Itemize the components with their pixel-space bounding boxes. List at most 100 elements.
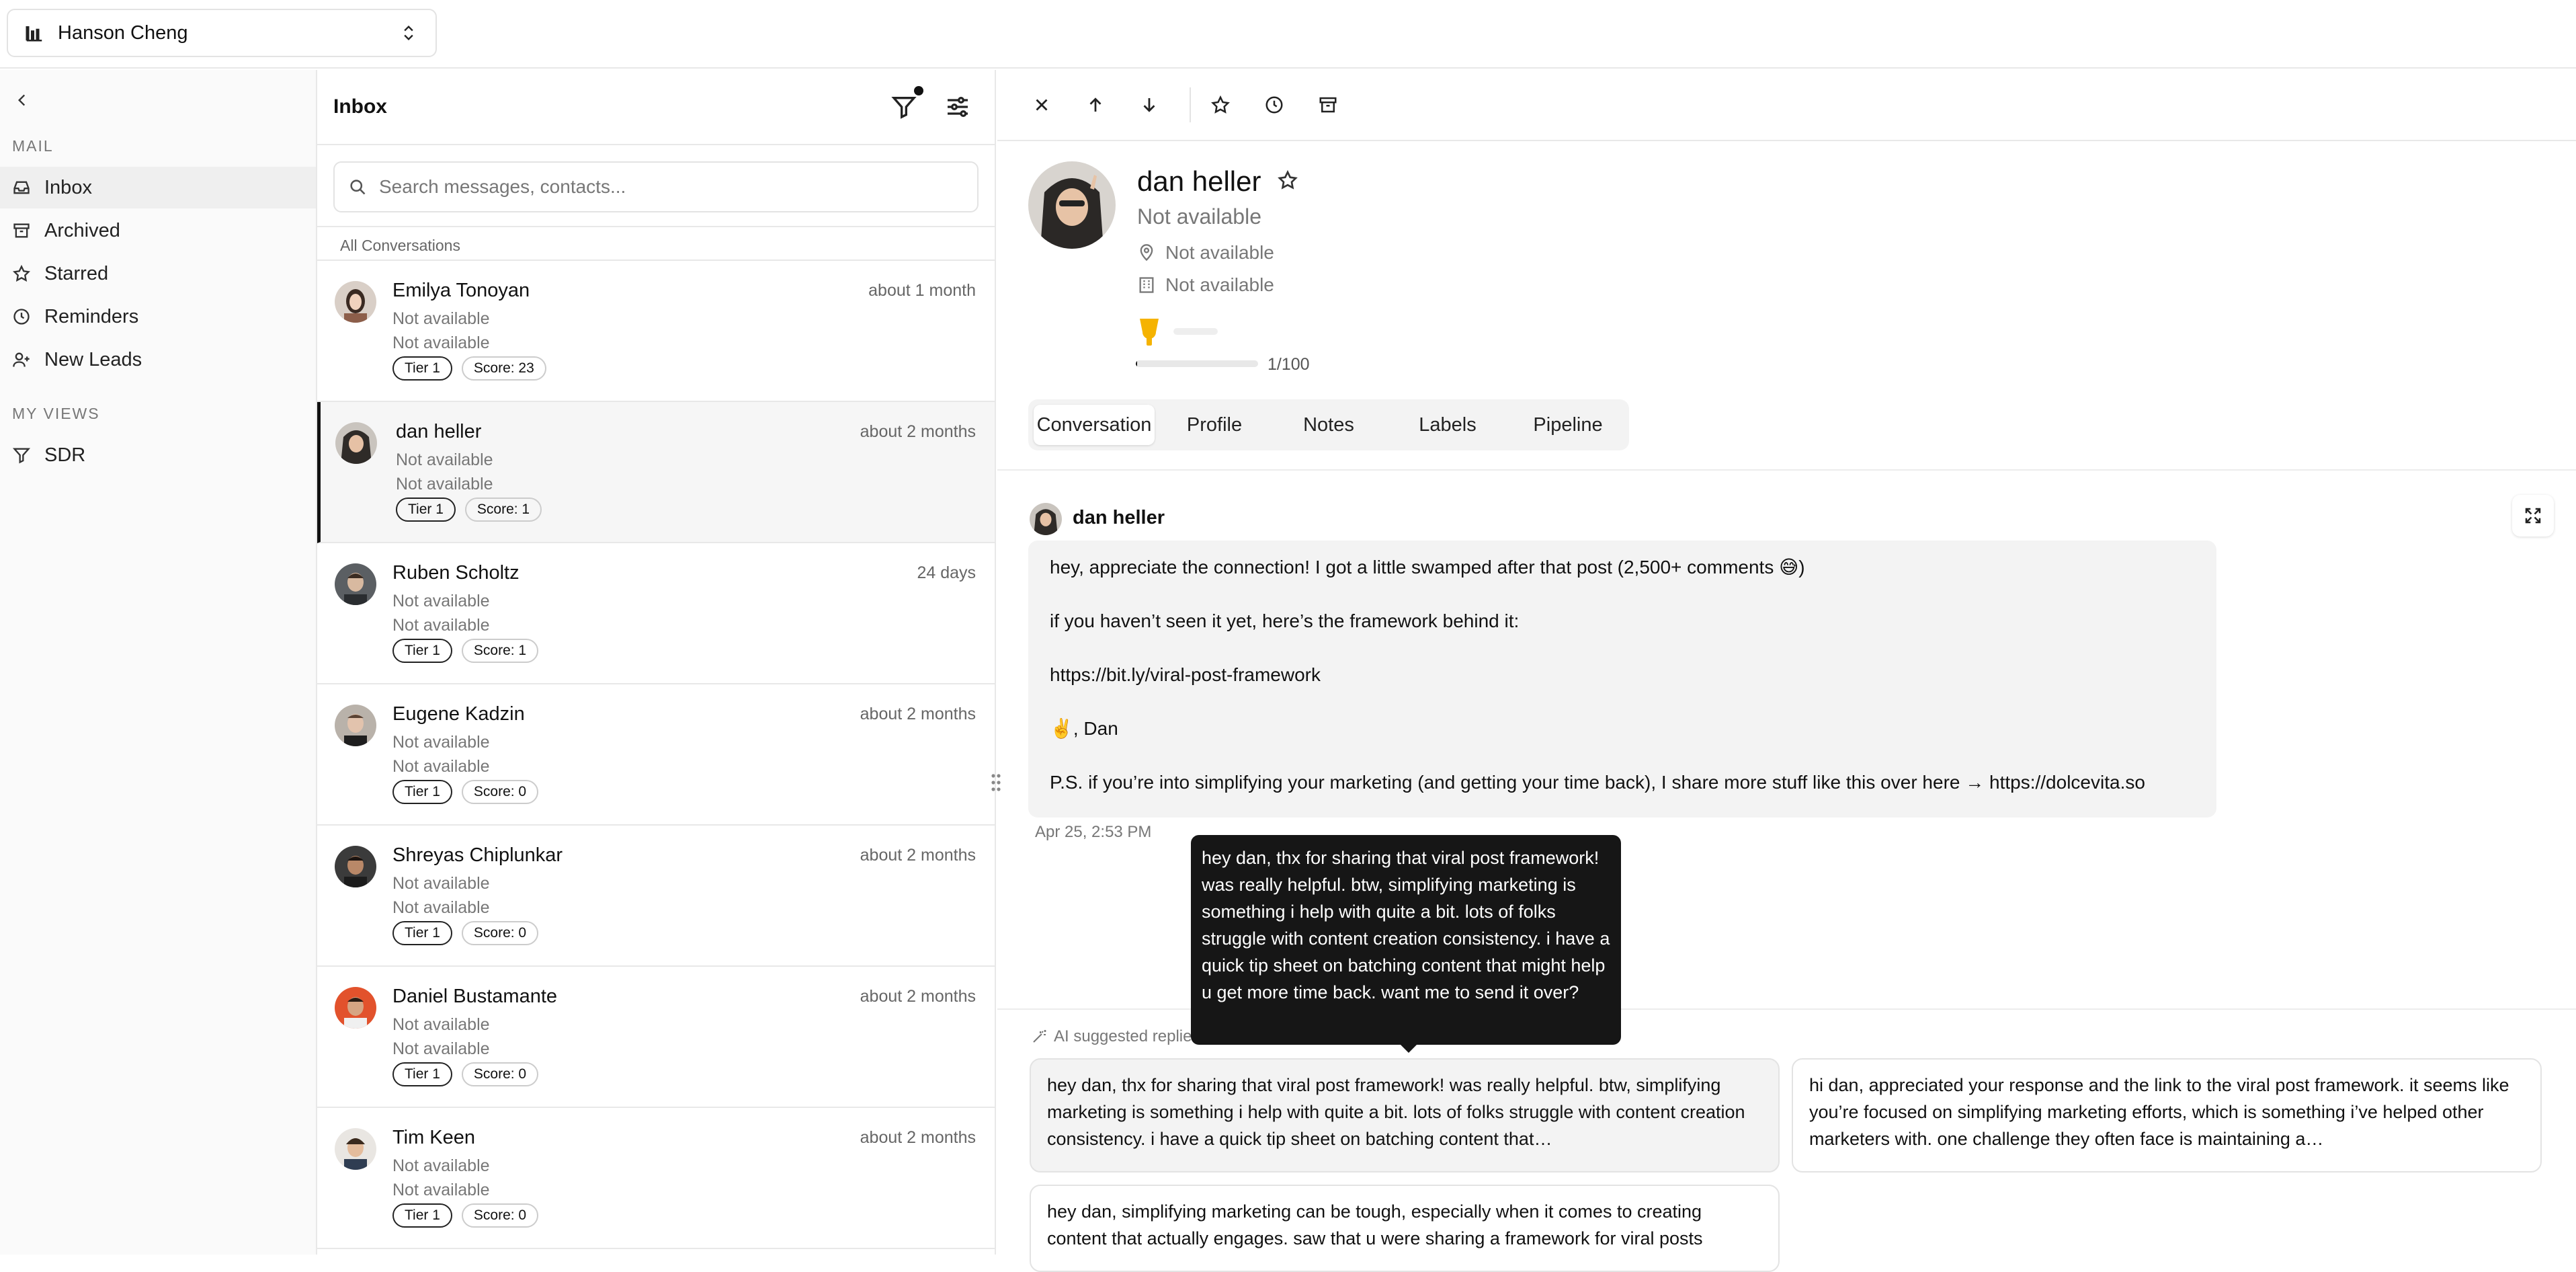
inbox-icon bbox=[12, 178, 31, 197]
message-link[interactable]: https://bit.ly/viral-post-framework bbox=[1050, 662, 2195, 688]
list-section-label: All Conversations bbox=[317, 226, 996, 261]
sidebar-item-reminders[interactable]: Reminders bbox=[0, 296, 316, 337]
location-row: Not available bbox=[1137, 242, 1274, 264]
tab-notes[interactable]: Notes bbox=[1274, 405, 1383, 445]
contact-title: Not available bbox=[392, 592, 490, 610]
contact-title: Not available bbox=[392, 1156, 490, 1175]
arrow-down-icon[interactable] bbox=[1134, 90, 1164, 120]
contact-name: Ruben Scholtz bbox=[392, 562, 520, 584]
ai-suggestion-card[interactable]: hi dan, appreciated your response and th… bbox=[1792, 1058, 2542, 1172]
user-plus-icon bbox=[12, 350, 31, 369]
conversation-row[interactable]: Eugene Kadzin about 2 months Not availab… bbox=[317, 684, 995, 826]
message-line: ✌️, Dan bbox=[1050, 718, 1118, 739]
clock-icon[interactable] bbox=[1259, 90, 1289, 120]
contact-name: Daniel Bustamante bbox=[392, 986, 558, 1007]
tier-progress bbox=[1173, 328, 1218, 335]
contact-name: Eugene Kadzin bbox=[392, 703, 525, 725]
avatar bbox=[335, 1128, 376, 1170]
close-icon[interactable] bbox=[1027, 90, 1056, 120]
contact-company: Not available bbox=[392, 333, 490, 352]
contact-tabs: Conversation Profile Notes Labels Pipeli… bbox=[1028, 399, 1629, 450]
tab-profile[interactable]: Profile bbox=[1160, 405, 1269, 445]
sidebar-item-archived[interactable]: Archived bbox=[0, 210, 316, 251]
avatar bbox=[335, 705, 376, 746]
sidebar-item-starred[interactable]: Starred bbox=[0, 253, 316, 294]
ai-label-text: AI suggested replies bbox=[1054, 1027, 1200, 1045]
collapse-sidebar-button[interactable] bbox=[13, 91, 31, 109]
filter-icon bbox=[12, 446, 31, 465]
tab-conversation[interactable]: Conversation bbox=[1034, 405, 1155, 445]
tier-badge: Tier 1 bbox=[392, 356, 452, 381]
contact-company: Not available bbox=[1165, 274, 1274, 295]
suggestion-text: hey dan, thx for sharing that viral post… bbox=[1047, 1075, 1745, 1149]
score-progress-fill bbox=[1136, 360, 1137, 367]
suggestion-text: hey dan, simplifying marketing can be to… bbox=[1047, 1201, 1703, 1248]
contact-title: Not available bbox=[392, 874, 490, 893]
tab-labels[interactable]: Labels bbox=[1388, 405, 1507, 445]
avatar bbox=[335, 422, 377, 464]
archive-icon[interactable] bbox=[1313, 90, 1343, 120]
account-switcher[interactable]: Hanson Cheng bbox=[7, 9, 437, 57]
sidebar-item-new-leads[interactable]: New Leads bbox=[0, 339, 316, 381]
score-badge: Score: 0 bbox=[461, 1062, 539, 1086]
search-input[interactable] bbox=[379, 176, 957, 198]
contact-company: Not available bbox=[392, 898, 490, 917]
conversation-row[interactable]: Daniel Bustamante about 2 months Not ava… bbox=[317, 967, 995, 1108]
message-line: P.S. if you’re into simplifying your mar… bbox=[1050, 772, 2145, 793]
tier-badge: Tier 1 bbox=[392, 780, 452, 804]
divider bbox=[997, 469, 2576, 471]
suggestion-text: hi dan, appreciated your response and th… bbox=[1809, 1075, 2509, 1149]
sliders-icon[interactable] bbox=[941, 90, 974, 124]
contact-title: Not available bbox=[392, 309, 490, 328]
ai-suggestion-card[interactable]: hey dan, simplifying marketing can be to… bbox=[1030, 1185, 1780, 1272]
avatar bbox=[335, 563, 376, 605]
inbox-title: Inbox bbox=[333, 95, 387, 118]
avatar bbox=[335, 281, 376, 323]
tier-badge: Tier 1 bbox=[392, 1062, 452, 1086]
conversation-time: about 2 months bbox=[860, 846, 976, 865]
org-chart-icon bbox=[24, 23, 44, 43]
badges: Tier 1 Score: 0 bbox=[392, 1203, 539, 1228]
tab-pipeline[interactable]: Pipeline bbox=[1512, 405, 1624, 445]
conversation-time: about 2 months bbox=[860, 705, 976, 723]
section-label-my-views: MY VIEWS bbox=[12, 405, 100, 422]
company-row: Not available bbox=[1137, 274, 1274, 296]
conversation-row[interactable]: Tim Keen about 2 months Not available No… bbox=[317, 1108, 995, 1249]
archive-icon bbox=[12, 221, 31, 240]
favorite-star-icon[interactable] bbox=[1277, 169, 1298, 191]
conversation-row[interactable]: Shreyas Chiplunkar about 2 months Not av… bbox=[317, 826, 995, 967]
contact-title: Not available bbox=[396, 450, 493, 469]
contact-location: Not available bbox=[1165, 242, 1274, 263]
ai-suggestions-label: AI suggested replies bbox=[1031, 1027, 1200, 1046]
avatar bbox=[1028, 161, 1116, 249]
contact-name: Tim Keen bbox=[392, 1127, 476, 1148]
conversation-row[interactable]: Emilya Tonoyan about 1 month Not availab… bbox=[317, 261, 995, 402]
conversation-row[interactable]: dan heller about 2 months Not available … bbox=[317, 402, 995, 543]
expand-icon[interactable] bbox=[2512, 495, 2554, 536]
arrow-up-icon[interactable] bbox=[1081, 90, 1110, 120]
sidebar-item-inbox[interactable]: Inbox bbox=[0, 167, 316, 208]
score-badge: Score: 1 bbox=[461, 639, 539, 663]
suggestion-tooltip: hey dan, thx for sharing that viral post… bbox=[1191, 835, 1621, 1045]
message-bubble: hey, appreciate the connection! I got a … bbox=[1028, 541, 2216, 818]
contact-name: dan heller bbox=[1137, 165, 1261, 197]
star-icon[interactable] bbox=[1206, 90, 1235, 120]
search-box[interactable] bbox=[333, 161, 979, 212]
message-timestamp: Apr 25, 2:53 PM bbox=[1035, 823, 1152, 841]
conversation-time: about 2 months bbox=[860, 422, 976, 441]
ai-suggestion-card[interactable]: hey dan, thx for sharing that viral post… bbox=[1030, 1058, 1780, 1172]
message-sender: dan heller bbox=[1073, 507, 1165, 528]
score-badge: Score: 1 bbox=[464, 498, 542, 522]
contact-title: Not available bbox=[392, 1015, 490, 1034]
contact-title: Not available bbox=[1137, 204, 1261, 229]
contact-company: Not available bbox=[392, 616, 490, 635]
building-icon bbox=[1137, 276, 1156, 294]
badges: Tier 1 Score: 0 bbox=[392, 921, 539, 945]
score-text: 1/100 bbox=[1268, 355, 1310, 374]
conversation-row[interactable]: Ruben Scholtz 24 days Not available Not … bbox=[317, 543, 995, 684]
sidebar-item-sdr[interactable]: SDR bbox=[0, 434, 316, 476]
magic-wand-icon bbox=[1031, 1029, 1047, 1045]
filter-button[interactable] bbox=[887, 90, 921, 124]
contact-name: Emilya Tonoyan bbox=[392, 280, 530, 301]
message-line: hey, appreciate the connection! I got a … bbox=[1050, 557, 1805, 578]
